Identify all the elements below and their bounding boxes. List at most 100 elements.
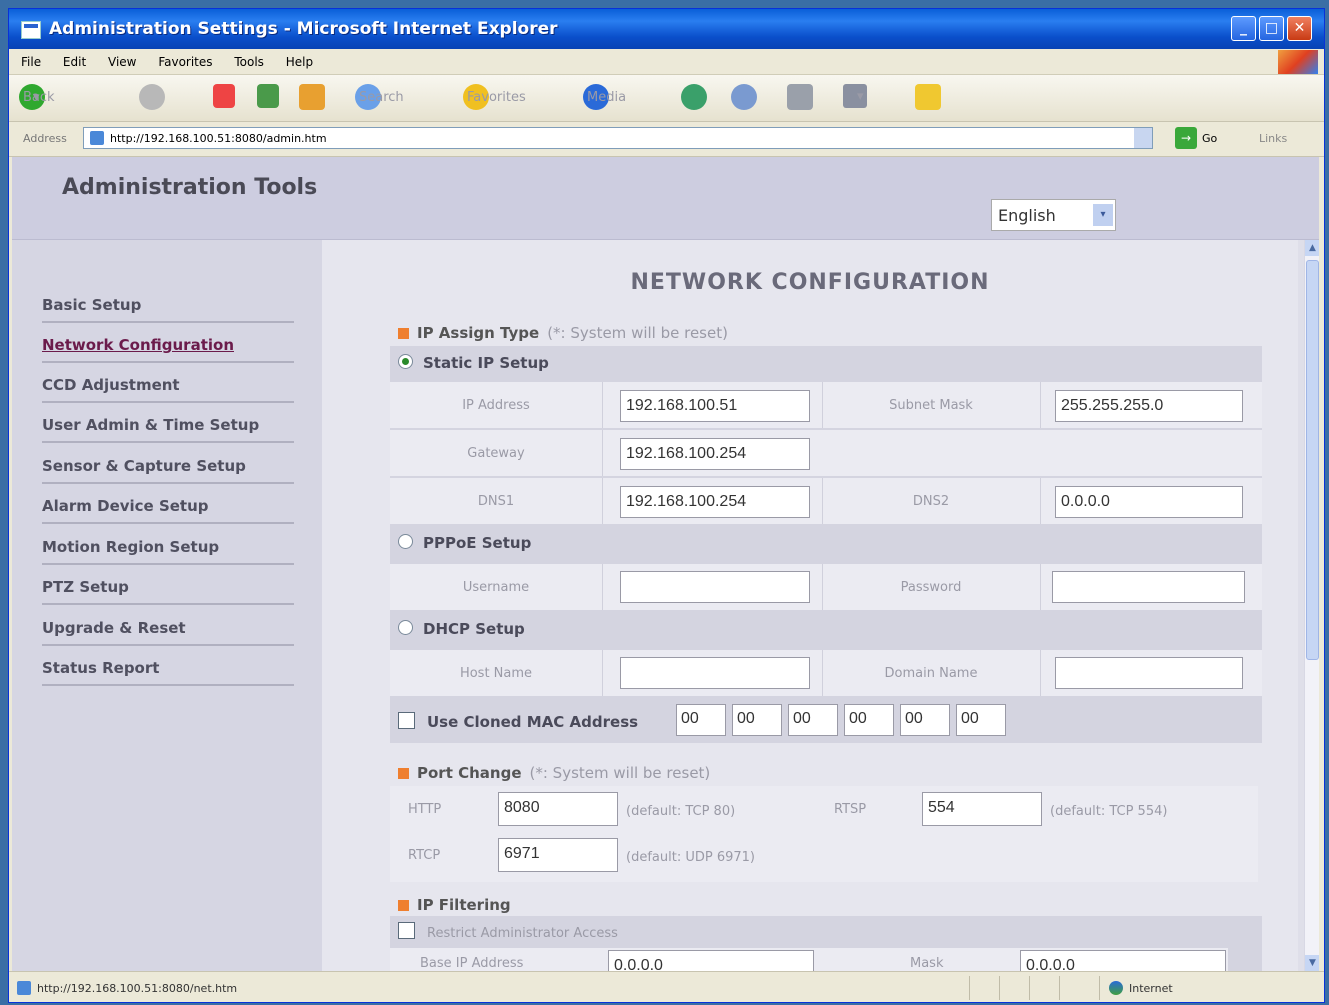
history-button[interactable] xyxy=(681,84,707,110)
address-label: Address xyxy=(23,132,67,145)
section-bullet-icon xyxy=(398,900,409,911)
static-ip-radio[interactable] xyxy=(398,354,413,369)
refresh-button[interactable] xyxy=(257,84,279,108)
dns1-input[interactable]: 192.168.100.254 xyxy=(620,486,810,518)
mail-icon xyxy=(731,84,757,110)
address-bar: Address http://192.168.100.51:8080/admin… xyxy=(9,122,1324,157)
filter-mask-input[interactable]: 0.0.0.0 xyxy=(1020,950,1226,971)
sidebar-nav: Basic Setup Network Configuration CCD Ad… xyxy=(12,240,323,971)
rtcp-port-input[interactable]: 6971 xyxy=(498,838,618,872)
cloned-mac-checkbox[interactable] xyxy=(398,712,415,729)
restrict-access-checkbox[interactable] xyxy=(398,922,415,939)
http-port-input[interactable]: 8080 xyxy=(498,792,618,826)
edit-button[interactable]: ▾ xyxy=(843,84,867,108)
mail-button[interactable] xyxy=(731,84,757,110)
refresh-icon xyxy=(257,84,279,108)
pppoe-option[interactable]: PPPoE Setup xyxy=(398,534,531,552)
menu-favorites[interactable]: Favorites xyxy=(158,55,212,69)
sidebar-item-ptz-setup[interactable]: PTZ Setup xyxy=(42,566,294,605)
dhcp-option[interactable]: DHCP Setup xyxy=(398,620,525,638)
port-change-panel: HTTP 8080 (default: TCP 80) RTSP 554 (de… xyxy=(390,786,1258,882)
subnet-mask-input[interactable]: 255.255.255.0 xyxy=(1055,390,1243,422)
pppoe-password-input[interactable] xyxy=(1052,571,1245,603)
mac-octet-5-input[interactable]: 00 xyxy=(900,704,950,736)
menu-view[interactable]: View xyxy=(108,55,136,69)
media-button[interactable]: Media xyxy=(583,84,626,110)
sidebar-item-upgrade-reset[interactable]: Upgrade & Reset xyxy=(42,607,294,646)
dhcp-radio[interactable] xyxy=(398,620,413,635)
window-title: Administration Settings - Microsoft Inte… xyxy=(49,19,558,39)
base-ip-row: Base IP Address 0.0.0.0 Mask 0.0.0.0 xyxy=(390,948,1228,971)
static-ip-option[interactable]: Static IP Setup xyxy=(398,354,549,372)
page-header-title: Administration Tools xyxy=(62,175,318,200)
language-dropdown-icon: ▾ xyxy=(1093,204,1113,226)
print-button[interactable] xyxy=(787,84,813,110)
sidebar-item-status-report[interactable]: Status Report xyxy=(42,647,294,686)
sidebar-item-alarm-device[interactable]: Alarm Device Setup xyxy=(42,485,294,524)
mac-octet-6-input[interactable]: 00 xyxy=(956,704,1006,736)
sidebar-item-network-configuration[interactable]: Network Configuration xyxy=(42,324,294,363)
status-url: http://192.168.100.51:8080/net.htm xyxy=(37,982,238,995)
search-button[interactable]: Search xyxy=(355,84,404,110)
base-ip-input[interactable]: 0.0.0.0 xyxy=(608,950,814,971)
forward-arrow-icon xyxy=(139,84,165,110)
scroll-thumb[interactable] xyxy=(1306,260,1319,660)
sidebar-item-basic-setup[interactable]: Basic Setup xyxy=(42,284,294,323)
mac-octet-2-input[interactable]: 00 xyxy=(732,704,782,736)
sidebar-item-sensor-capture[interactable]: Sensor & Capture Setup xyxy=(42,445,294,484)
close-button[interactable]: ✕ xyxy=(1287,16,1312,41)
browser-window: Administration Settings - Microsoft Inte… xyxy=(8,8,1325,1003)
mac-octet-3-input[interactable]: 00 xyxy=(788,704,838,736)
host-name-input[interactable] xyxy=(620,657,810,689)
messenger-button[interactable] xyxy=(915,84,941,110)
go-button[interactable]: → Go xyxy=(1175,127,1217,149)
ip-assign-header: IP Assign Type (*: System will be reset) xyxy=(398,324,728,342)
pppoe-radio[interactable] xyxy=(398,534,413,549)
vertical-scrollbar[interactable]: ▲ ▼ xyxy=(1304,240,1319,971)
ip-address-input[interactable]: 192.168.100.51 xyxy=(620,390,810,422)
back-button[interactable]: Back ▾ xyxy=(19,84,55,110)
sidebar-item-ccd-adjustment[interactable]: CCD Adjustment xyxy=(42,364,294,403)
rtsp-port-input[interactable]: 554 xyxy=(922,792,1042,826)
scroll-up-icon[interactable]: ▲ xyxy=(1305,240,1319,256)
ip-filtering-header: IP Filtering xyxy=(398,896,511,914)
history-icon xyxy=(681,84,707,110)
menu-help[interactable]: Help xyxy=(286,55,313,69)
language-select[interactable]: English ▾ xyxy=(991,199,1116,231)
gateway-row: Gateway 192.168.100.254 xyxy=(390,430,1262,476)
scroll-down-icon[interactable]: ▼ xyxy=(1305,955,1319,971)
mac-octet-4-input[interactable]: 00 xyxy=(844,704,894,736)
pppoe-username-input[interactable] xyxy=(620,571,810,603)
web-page: Administration Tools English ▾ Basic Set… xyxy=(12,157,1319,971)
cloned-mac-option[interactable]: Use Cloned MAC Address xyxy=(398,712,638,731)
favorites-button[interactable]: Favorites xyxy=(463,84,526,110)
menu-bar: File Edit View Favorites Tools Help xyxy=(9,50,1324,75)
address-input[interactable]: http://192.168.100.51:8080/admin.htm xyxy=(83,127,1153,149)
domain-name-input[interactable] xyxy=(1055,657,1243,689)
stop-button[interactable] xyxy=(213,84,235,108)
toolbar: Back ▾ Search Favorites Media ▾ xyxy=(9,75,1324,122)
home-button[interactable] xyxy=(299,84,325,110)
menu-file[interactable]: File xyxy=(21,55,41,69)
links-button[interactable]: Links xyxy=(1259,132,1287,145)
maximize-button[interactable]: □ xyxy=(1259,16,1284,41)
ip-address-row: IP Address 192.168.100.51 Subnet Mask 25… xyxy=(390,382,1262,428)
page-icon xyxy=(90,131,104,145)
sidebar-item-user-admin-time[interactable]: User Admin & Time Setup xyxy=(42,404,294,443)
dns2-input[interactable]: 0.0.0.0 xyxy=(1055,486,1243,518)
minimize-button[interactable]: _ xyxy=(1231,16,1256,41)
mac-octet-1-input[interactable]: 00 xyxy=(676,704,726,736)
internet-globe-icon xyxy=(1109,981,1123,995)
gateway-input[interactable]: 192.168.100.254 xyxy=(620,438,810,470)
section-bullet-icon xyxy=(398,328,409,339)
menu-edit[interactable]: Edit xyxy=(63,55,86,69)
menu-tools[interactable]: Tools xyxy=(234,55,264,69)
sidebar-item-motion-region[interactable]: Motion Region Setup xyxy=(42,526,294,565)
restrict-access-option[interactable]: Restrict Administrator Access xyxy=(398,922,618,941)
dhcp-row: Host Name Domain Name xyxy=(390,650,1262,696)
forward-button[interactable] xyxy=(139,84,165,110)
address-dropdown-icon[interactable] xyxy=(1134,128,1152,148)
print-icon xyxy=(787,84,813,110)
port-change-header: Port Change (*: System will be reset) xyxy=(398,764,710,782)
mac-row: Use Cloned MAC Address 00 00 00 00 00 00 xyxy=(390,700,1262,743)
